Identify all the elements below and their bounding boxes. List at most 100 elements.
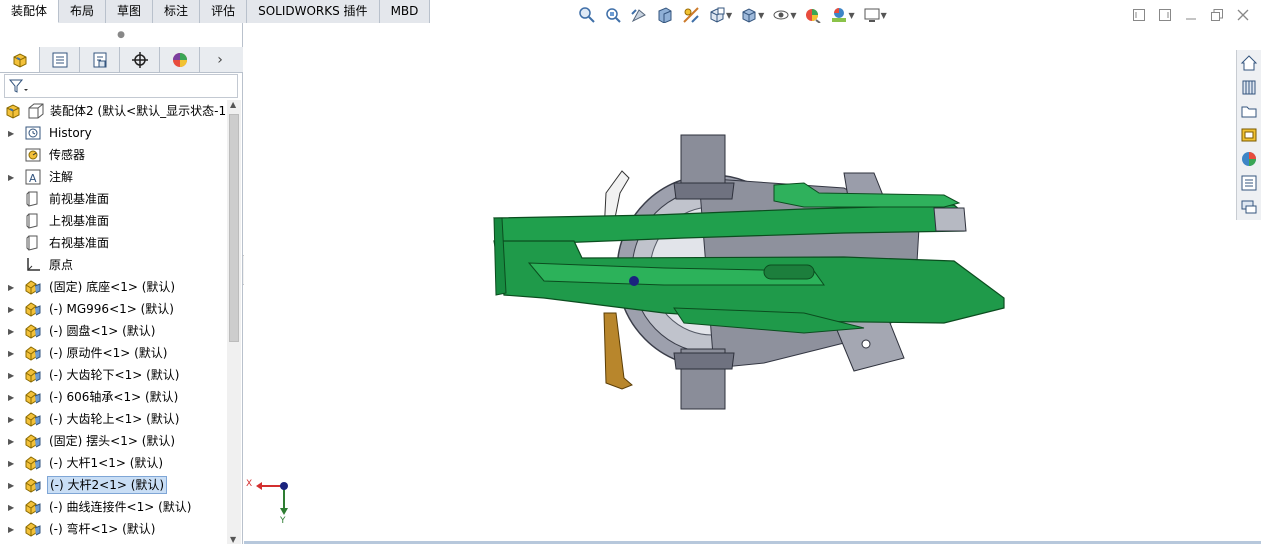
view-palette-icon[interactable]	[1238, 124, 1260, 146]
minimize-icon[interactable]	[1183, 7, 1199, 23]
window-controls	[1131, 7, 1251, 23]
configurationmanager-icon[interactable]	[80, 47, 120, 72]
part-icon	[24, 300, 42, 318]
tab-assembly[interactable]: 装配体	[0, 0, 60, 23]
tree-item[interactable]: ▶ (-) 大齿轮上<1> (默认)	[0, 408, 226, 430]
scroll-up-icon[interactable]: ▲	[230, 100, 236, 109]
expand-arrow-icon[interactable]: ▶	[8, 437, 18, 446]
tree-item[interactable]: ▶ (-) 弯杆<1> (默认)	[0, 518, 226, 540]
chevron-right-icon[interactable]: ›	[200, 47, 240, 72]
panel-right-icon[interactable]	[1157, 7, 1173, 23]
origin-icon	[24, 256, 42, 274]
filter-icon[interactable]	[8, 77, 30, 95]
tree-item-label: 原点	[49, 258, 74, 272]
svg-text:A: A	[29, 172, 37, 185]
tab-addins[interactable]: SOLIDWORKS 插件	[247, 0, 380, 23]
part-icon	[24, 322, 42, 340]
tree-item-label: (-) 曲线连接件<1> (默认)	[49, 500, 192, 514]
tree-root[interactable]: 装配体2 (默认<默认_显示状态-1	[0, 100, 226, 122]
tab-markup[interactable]: 标注	[153, 0, 201, 23]
appearances-scenes-icon[interactable]	[1238, 148, 1260, 170]
featuremanager-icon[interactable]	[0, 47, 40, 72]
part-icon	[24, 432, 42, 450]
tree-filter[interactable]	[4, 74, 238, 98]
tree-scrollbar[interactable]: ▲ ▼	[227, 100, 241, 544]
expand-arrow-icon[interactable]: ▶	[8, 393, 18, 402]
tree-item[interactable]: 原点	[0, 254, 226, 276]
file-explorer-icon[interactable]	[1238, 100, 1260, 122]
tree-item[interactable]: ▶ (-) 曲线连接件<1> (默认)	[0, 496, 226, 518]
tab-evaluate[interactable]: 评估	[200, 0, 248, 23]
graphics-area[interactable]: X Y	[244, 23, 1235, 541]
tree-item[interactable]: 前视基准面	[0, 188, 226, 210]
tree-item[interactable]: ▶ (-) 大杆1<1> (默认)	[0, 452, 226, 474]
dimxpert-icon[interactable]	[120, 47, 160, 72]
tree-item[interactable]: 上视基准面	[0, 210, 226, 232]
tree-item[interactable]: ▶ (-) MG996<1> (默认)	[0, 298, 226, 320]
tree-item[interactable]: ▶ (固定) 底座<1> (默认)	[0, 276, 226, 298]
part-icon	[24, 410, 42, 428]
scrollbar-thumb[interactable]	[229, 114, 239, 342]
panel-grip-icon[interactable]: ●	[0, 23, 242, 46]
expand-arrow-icon[interactable]: ▶	[8, 525, 18, 534]
custom-properties-icon[interactable]	[1238, 172, 1260, 194]
forum-icon[interactable]	[1238, 196, 1260, 218]
expand-arrow-icon[interactable]: ▶	[8, 459, 18, 468]
expand-arrow-icon[interactable]: ▶	[8, 481, 18, 490]
chevron-down-icon[interactable]: ▼	[758, 11, 764, 20]
expand-arrow-icon[interactable]: ▶	[8, 283, 18, 292]
part-icon	[24, 520, 42, 538]
tree-item-label: (-) 圆盘<1> (默认)	[49, 324, 156, 338]
tree-item[interactable]: ▶ (-) 大齿轮下<1> (默认)	[0, 364, 226, 386]
triad-y-label: Y	[280, 516, 286, 526]
tree-item[interactable]: ▶ (固定) 摆头<1> (默认)	[0, 430, 226, 452]
solidworks-resources-icon[interactable]	[1238, 52, 1260, 74]
sensor-icon	[24, 146, 42, 164]
expand-arrow-icon[interactable]: ▶	[8, 129, 18, 138]
close-icon[interactable]	[1235, 7, 1251, 23]
expand-arrow-icon[interactable]: ▶	[8, 305, 18, 314]
part-icon	[24, 498, 42, 516]
assembly-model[interactable]	[244, 23, 1235, 541]
chevron-down-icon[interactable]: ▼	[726, 11, 732, 20]
expand-arrow-icon[interactable]: ▶	[8, 173, 18, 182]
expand-arrow-icon[interactable]: ▶	[8, 371, 18, 380]
manager-tabs: ›	[0, 47, 243, 73]
tab-mbd[interactable]: MBD	[379, 0, 431, 23]
tree-item[interactable]: 右视基准面	[0, 232, 226, 254]
tree-item[interactable]: ▶ (-) 大杆2<1> (默认)	[0, 474, 226, 496]
chevron-down-icon[interactable]: ▼	[848, 11, 854, 20]
assembly-icon	[4, 102, 22, 120]
chevron-down-icon[interactable]: ▼	[881, 11, 887, 20]
tree-item[interactable]: ▶ (-) 606轴承<1> (默认)	[0, 386, 226, 408]
tree-item[interactable]: ▶ History	[0, 122, 226, 144]
expand-arrow-icon[interactable]: ▶	[8, 349, 18, 358]
task-pane	[1236, 50, 1261, 220]
part-icon	[24, 366, 42, 384]
tree-item[interactable]: ▶ (-) 原动件<1> (默认)	[0, 342, 226, 364]
displaymanager-icon[interactable]	[160, 47, 200, 72]
expand-arrow-icon[interactable]: ▶	[8, 503, 18, 512]
plane-icon	[24, 190, 42, 208]
tab-sketch[interactable]: 草图	[106, 0, 154, 23]
part-icon	[24, 278, 42, 296]
tab-layout[interactable]: 布局	[59, 0, 107, 23]
expand-arrow-icon[interactable]: ▶	[8, 327, 18, 336]
chevron-down-icon[interactable]: ▼	[790, 11, 796, 20]
feature-tree: 装配体2 (默认<默认_显示状态-1 ▶ History 传感器 ▶ A 注解 前视基准面上…	[0, 100, 226, 544]
tree-item[interactable]: ▶ A 注解	[0, 166, 226, 188]
tree-item[interactable]: ▶ (-) 圆盘<1> (默认)	[0, 320, 226, 342]
propertymanager-icon[interactable]	[40, 47, 80, 72]
part-icon	[24, 388, 42, 406]
tree-item[interactable]: 传感器	[0, 144, 226, 166]
design-library-icon[interactable]	[1238, 76, 1260, 98]
tree-item-label: (固定) 摆头<1> (默认)	[49, 434, 176, 448]
scroll-down-icon[interactable]: ▼	[230, 535, 236, 544]
panel-left-icon[interactable]	[1131, 7, 1147, 23]
tree-item-label: 传感器	[49, 148, 86, 162]
coordinate-triad: X Y	[246, 473, 296, 528]
expand-arrow-icon[interactable]: ▶	[8, 415, 18, 424]
restore-icon[interactable]	[1209, 7, 1225, 23]
tree-item-label: (-) 大齿轮上<1> (默认)	[49, 412, 180, 426]
history-icon	[24, 124, 42, 142]
